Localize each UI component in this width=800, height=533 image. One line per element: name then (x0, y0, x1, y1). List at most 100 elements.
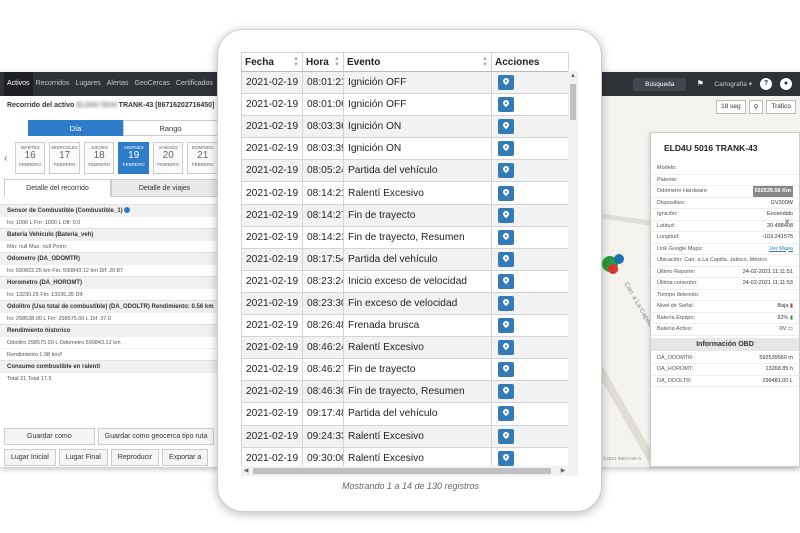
show-on-map-button[interactable] (498, 119, 514, 135)
show-on-map-button[interactable] (498, 450, 514, 466)
show-on-map-button[interactable] (498, 340, 514, 356)
column-header-time[interactable]: Hora ▲ ▼ (302, 52, 344, 72)
nav-right-controls: Búsqueda ⚑ Cartografía ▾ ? ● (633, 72, 792, 96)
show-on-map-button[interactable] (498, 273, 514, 289)
tablet-frame: Fecha ▲ ▼ Hora ▲ ▼ Evento ▲ ▼ Acciones 2021-02… (217, 29, 602, 512)
show-on-map-button[interactable] (498, 75, 514, 91)
show-on-map-button[interactable] (498, 185, 514, 201)
table-row[interactable]: 2021-02-19 08:46:30 Fin de trayecto, Resum… (241, 380, 569, 404)
scroll-up-icon[interactable]: ▲ (568, 71, 578, 81)
table-row[interactable]: 2021-02-19 08:05:24 Partida del vehículo (241, 159, 569, 183)
day-cell[interactable]: JUEVES 18 FEBRERO (83, 142, 115, 174)
table-row[interactable]: 2021-02-19 08:46:27 Fin de trayecto (241, 358, 569, 382)
search-button[interactable]: Búsqueda (633, 77, 687, 91)
location-pin-icon[interactable]: ⚲ (748, 100, 764, 114)
replay-button[interactable]: Reproducir (110, 449, 160, 466)
cell-date: 2021-02-19 (241, 225, 303, 249)
show-on-map-button[interactable] (498, 229, 514, 245)
day-cell[interactable]: SABADO 20 FEBRERO (152, 142, 184, 174)
table-row[interactable]: 2021-02-19 08:01:06 Ignición OFF (241, 93, 569, 117)
cell-date: 2021-02-19 (241, 137, 303, 161)
export-button[interactable]: Exportar a (162, 449, 209, 466)
vertical-scrollbar[interactable]: ▲ ▼ (568, 71, 578, 476)
day-month: FEBRERO (19, 162, 42, 167)
section-heading: Sensor de Combustible (Combustible_1) (0, 204, 218, 216)
day-cell[interactable]: MIERCOLES 17 FEBRERO (49, 142, 80, 174)
table-row[interactable]: 2021-02-19 08:03:36 Ignición ON (241, 115, 569, 139)
mode-day-button[interactable]: Día (28, 120, 123, 136)
scroll-right-icon[interactable]: ▶ (558, 466, 568, 476)
nav-tab-recorridos[interactable]: Recorridos (33, 72, 73, 96)
table-row[interactable]: 2021-02-19 08:23:24 Inicio exceso de veloc… (241, 269, 569, 293)
table-row[interactable]: 2021-02-19 08:23:30 Fin exceso de velocida… (241, 291, 569, 316)
end-place-button[interactable]: Lugar Final (58, 449, 108, 466)
vehicle-row: Ignición: Encendido (651, 209, 799, 221)
column-header-date[interactable]: Fecha ▲ ▼ (241, 52, 303, 72)
show-on-map-button[interactable] (498, 384, 514, 400)
info-icon[interactable] (124, 207, 131, 214)
show-on-map-button[interactable] (498, 406, 514, 422)
show-on-map-button[interactable] (498, 141, 514, 157)
nav-tab-lugares[interactable]: Lugares (72, 72, 103, 96)
day-cell[interactable]: MARTES 16 FEBRERO (14, 142, 46, 174)
close-icon[interactable]: ✕ (782, 218, 792, 228)
scroll-down-icon[interactable]: ▼ (568, 474, 578, 476)
cell-time: 09:17:48 (302, 402, 344, 426)
save-as-button[interactable]: Guardar como (4, 428, 95, 445)
mode-range-button[interactable]: Rango (123, 120, 218, 136)
nav-tab-geocercas[interactable]: GeoCercas (132, 72, 173, 96)
horizontal-scrollbar[interactable]: ◀ ▶ (241, 466, 568, 476)
table-row[interactable]: 2021-02-19 08:14:21 Fin de trayecto, Resum… (241, 225, 569, 249)
show-on-map-button[interactable] (498, 163, 514, 179)
flag-icon[interactable]: ⚑ (694, 78, 706, 90)
google-maps-link[interactable]: Ver Mapa (769, 244, 793, 255)
tab-trip-detail[interactable]: Detalle de viajes (111, 179, 218, 197)
show-on-map-button[interactable] (498, 362, 514, 378)
day-cell[interactable]: DOMINGO 21 FEBRERO (187, 142, 218, 174)
table-row[interactable]: 2021-02-19 09:17:48 Partida del vehículo (241, 402, 569, 426)
cartography-dropdown[interactable]: Cartografía ▾ (714, 80, 752, 88)
user-icon[interactable]: ● (780, 78, 792, 90)
scrollbar-thumb[interactable] (253, 468, 551, 474)
cell-actions (491, 137, 569, 161)
column-header-event[interactable]: Evento ▲ ▼ (343, 52, 492, 72)
tab-route-detail[interactable]: Detalle del recorrido (4, 179, 111, 197)
show-on-map-button[interactable] (498, 251, 514, 267)
chevron-left-icon[interactable]: ‹ (4, 153, 11, 164)
table-row[interactable]: 2021-02-19 08:03:39 Ignición ON (241, 137, 569, 161)
vehicle-row: Dispositivo: GV300W (651, 198, 799, 209)
table-row[interactable]: 2021-02-19 08:46:24 Ralentí Excesivo (241, 336, 569, 360)
scroll-left-icon[interactable]: ◀ (241, 466, 251, 476)
route-panel-title: Recorrido del activo ELD4U 5016 TRANK-43… (7, 102, 214, 109)
show-on-map-button[interactable] (498, 97, 514, 113)
info-marker[interactable] (614, 254, 624, 264)
show-on-map-button[interactable] (498, 318, 514, 334)
nav-tab-certificados[interactable]: Certificados (173, 72, 216, 96)
vehicle-row-label: Longitud: (657, 234, 680, 240)
refresh-interval[interactable]: 18 seg (716, 100, 746, 114)
question-icon[interactable]: ? (760, 78, 772, 90)
table-row[interactable]: 2021-02-19 08:26:48 Frenada brusca (241, 314, 569, 338)
traffic-toggle[interactable]: Tráfico (766, 100, 796, 114)
vehicle-row: Patente: (651, 175, 799, 186)
day-month: FEBRERO (157, 162, 180, 167)
table-row[interactable]: 2021-02-19 08:01:21 Ignición OFF (241, 70, 569, 95)
show-on-map-button[interactable] (498, 428, 514, 444)
table-row[interactable]: 2021-02-19 08:17:54 Partida del vehículo (241, 247, 569, 271)
day-cell-selected[interactable]: VIERNES 19 FEBRERO (118, 142, 149, 174)
event-marker[interactable] (608, 264, 618, 274)
map-pin-icon (501, 143, 511, 152)
cell-time: 08:46:27 (302, 358, 344, 382)
save-geofence-button[interactable]: Guardar como geocerca tipo ruta (97, 428, 215, 445)
show-on-map-button[interactable] (498, 207, 514, 223)
show-on-map-button[interactable] (498, 295, 514, 311)
table-row[interactable]: 2021-02-19 08:14:27 Fin de trayecto (241, 203, 569, 227)
start-place-button[interactable]: Lugar Inicial (4, 449, 56, 466)
map-pin-icon (501, 209, 511, 218)
scrollbar-thumb[interactable] (570, 84, 576, 120)
nav-tab-activos[interactable]: Activos (4, 72, 33, 96)
table-row[interactable]: 2021-02-19 09:24:33 Ralentí Excesivo (241, 424, 569, 448)
nav-tab-alertas[interactable]: Alertas (104, 72, 132, 96)
table-row[interactable]: 2021-02-19 08:14:21 Ralentí Excesivo (241, 181, 569, 205)
cell-date: 2021-02-19 (241, 291, 303, 316)
